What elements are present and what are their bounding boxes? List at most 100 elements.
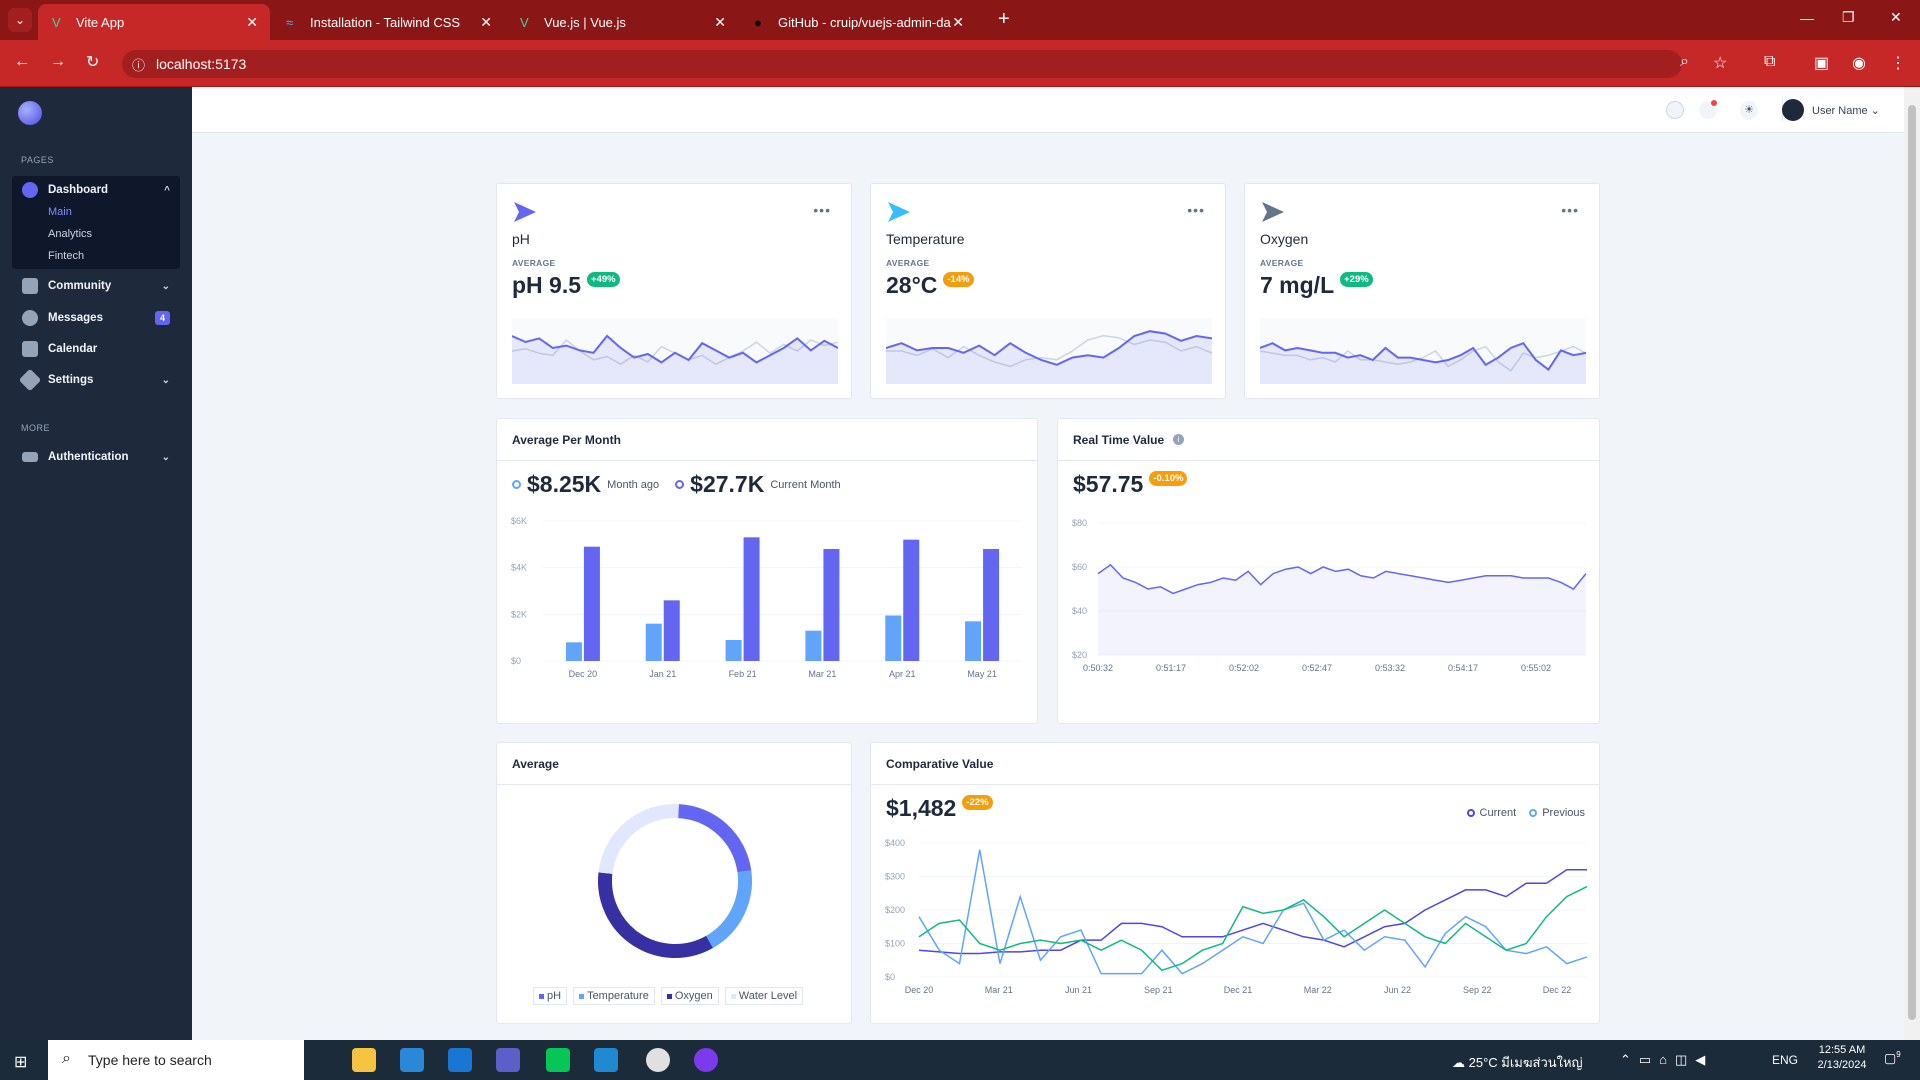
more-options-button[interactable]: ••• (813, 202, 831, 218)
bar (805, 630, 822, 661)
chevron-up-icon: ^ (164, 184, 170, 196)
sidebar-sub-analytics[interactable]: Analytics (48, 228, 92, 240)
close-icon[interactable]: ✕ (714, 14, 726, 31)
sidebar-item-community[interactable]: Community ⌄ (12, 272, 180, 300)
info-icon[interactable]: i (1173, 434, 1184, 445)
sidebar-item-authentication[interactable]: Authentication ⌄ (12, 443, 180, 471)
current-month-value: $27.7K (690, 471, 765, 497)
sparkline-chart (512, 318, 838, 384)
minimize-button[interactable]: — (1800, 10, 1814, 26)
vscode-icon[interactable] (594, 1048, 618, 1072)
y-tick-label: $4K (511, 563, 527, 573)
extensions-icon[interactable]: ⧉ (1764, 53, 1775, 71)
vue-icon: V (52, 15, 61, 30)
card-title: Average Per Month (512, 433, 621, 447)
sidebar-item-dashboard[interactable]: Dashboard ^ (12, 176, 180, 204)
legend-water-level[interactable]: Water Level (724, 987, 804, 1005)
clock[interactable]: 12:55 AM 2/13/2024 (1812, 1044, 1872, 1071)
zoom-icon[interactable]: ⌕ (1680, 53, 1689, 71)
sidebar-sub-main[interactable]: Main (48, 206, 72, 218)
close-icon[interactable]: ✕ (246, 14, 258, 31)
notification-center-icon[interactable]: ▢9 (1884, 1050, 1901, 1066)
browser-tab-vite[interactable]: V Vite App ✕ (38, 4, 270, 40)
sidebar-item-settings[interactable]: Settings ⌄ (12, 366, 180, 394)
y-tick-label: $2K (511, 609, 527, 619)
browser-tab-github[interactable]: ● GitHub - cruip/vuejs-admin-da ✕ (740, 4, 976, 40)
close-icon[interactable]: ✕ (480, 14, 492, 31)
stat-value: pH 9.5 (512, 272, 582, 298)
reload-icon[interactable]: ↻ (86, 52, 99, 72)
info-icon: ⓘ (132, 58, 146, 73)
forward-icon[interactable]: → (50, 53, 66, 71)
menu-icon[interactable]: ⋮ (1890, 53, 1906, 73)
x-tick-label: 0:52:02 (1229, 663, 1259, 673)
windows-start-icon[interactable]: ⊞ (14, 1052, 27, 1072)
x-tick-label: May 21 (967, 669, 997, 679)
page-scrollbar[interactable] (1904, 87, 1920, 1040)
settings-icon (18, 368, 42, 392)
legend-oxygen[interactable]: Oxygen (660, 987, 719, 1005)
y-tick-label: $80 (1072, 518, 1087, 528)
legend-ph[interactable]: pH (533, 987, 568, 1005)
change-badge: +29% (1340, 272, 1373, 287)
browser-tab-tailwind[interactable]: ≈ Installation - Tailwind CSS ✕ (272, 4, 504, 40)
browser-tab-vue[interactable]: V Vue.js | Vue.js ✕ (506, 4, 738, 40)
legend-current[interactable]: Current (1480, 807, 1517, 819)
search-button[interactable] (1666, 101, 1684, 119)
y-tick-label: $100 (885, 939, 905, 949)
donut-legend: pH Temperature Oxygen Water Level (533, 987, 804, 1005)
sparkline-chart (1260, 318, 1586, 384)
profile-icon[interactable]: ◉ (1852, 53, 1866, 73)
legend-marker (1529, 809, 1538, 817)
tray-icons[interactable]: ⌃▭⌂◫◀ (1620, 1052, 1713, 1068)
x-tick-label: 0:53:32 (1375, 663, 1405, 673)
mail-icon[interactable] (448, 1048, 472, 1072)
bar (725, 640, 742, 661)
scrollbar-thumb[interactable] (1908, 105, 1916, 1020)
donut-chart (598, 804, 752, 958)
card-title: Temperature (886, 231, 965, 247)
y-tick-label: $40 (1072, 606, 1087, 616)
restore-button[interactable]: ❐ (1842, 9, 1855, 26)
url-field[interactable]: ⓘ localhost:5173 (122, 50, 1682, 78)
teams-icon[interactable] (496, 1048, 520, 1072)
line-chart: $20 $40 $60 $80 0:50:32 0:51:17 0:52:02 0:52:47… (1072, 518, 1587, 673)
taskbar-search[interactable]: ⌕ Type here to search (48, 1040, 304, 1080)
vue-icon: V (520, 15, 529, 30)
back-icon[interactable]: ← (14, 53, 30, 71)
weather[interactable]: ☁ 25°C มีเมฆส่วนใหญ่ (1452, 1052, 1583, 1073)
notifications-button[interactable] (1699, 100, 1717, 119)
sidepanel-icon[interactable]: ▣ (1814, 53, 1829, 73)
theme-toggle[interactable]: ☀ (1740, 101, 1758, 119)
tab-search-icon[interactable]: ⌄ (8, 8, 32, 32)
donut-slice (598, 872, 713, 958)
file-explorer-icon[interactable] (352, 1048, 376, 1072)
store-icon[interactable] (400, 1048, 424, 1072)
paper-plane-icon (1262, 202, 1284, 222)
close-window-button[interactable]: ✕ (1890, 9, 1902, 26)
logo[interactable] (18, 101, 42, 125)
user-menu[interactable]: User Name ⌄ (1812, 104, 1880, 117)
chrome-icon[interactable] (646, 1048, 670, 1072)
sidebar-item-messages[interactable]: Messages 4 (12, 304, 180, 332)
sidebar-item-calendar[interactable]: Calendar (12, 335, 180, 363)
new-tab-button[interactable]: + (998, 8, 1010, 31)
legend-previous[interactable]: Previous (1542, 807, 1585, 819)
avatar[interactable] (1782, 99, 1804, 121)
sidebar-sub-fintech[interactable]: Fintech (48, 250, 84, 262)
stat-card-oxygen: ••• Oxygen AVERAGE 7 mg/L +29% (1244, 183, 1600, 399)
change-badge: -0.10% (1149, 471, 1188, 486)
line-series (918, 849, 1588, 975)
github-desktop-icon[interactable] (694, 1048, 718, 1072)
more-options-button[interactable]: ••• (1187, 202, 1205, 218)
legend-temperature[interactable]: Temperature (573, 987, 655, 1005)
x-tick-label: 0:55:02 (1521, 663, 1551, 673)
bar (645, 623, 662, 661)
more-options-button[interactable]: ••• (1561, 202, 1579, 218)
line-icon[interactable] (546, 1048, 570, 1072)
change-badge: -14% (943, 272, 974, 287)
language-indicator[interactable]: ENG (1772, 1053, 1798, 1067)
close-icon[interactable]: ✕ (952, 14, 964, 31)
bookmark-star-icon[interactable]: ☆ (1713, 53, 1727, 73)
cloud-icon: ☁ (1452, 1055, 1469, 1070)
